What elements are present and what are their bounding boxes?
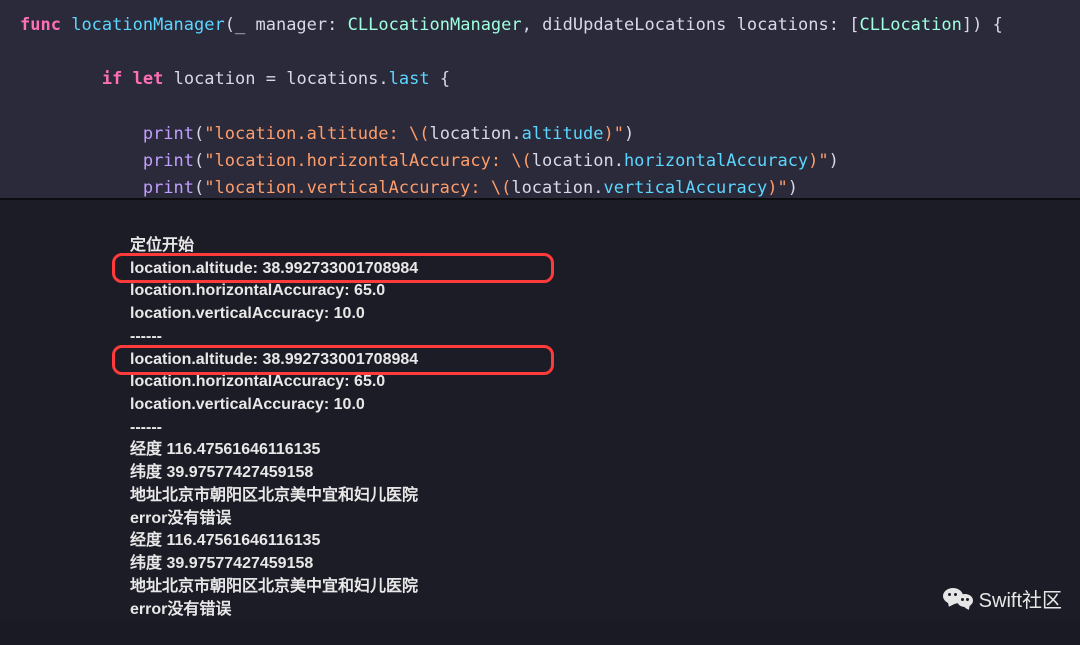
function-name: locationManager <box>71 15 225 35</box>
code-editor[interactable]: func locationManager(_ manager: CLLocati… <box>0 0 1080 200</box>
console-line: location.verticalAccuracy: 10.0 <box>130 303 1080 326</box>
code-line-5: print("location.altitude: \(location.alt… <box>20 121 1080 148</box>
annotation-highlight-1 <box>112 253 554 283</box>
watermark-text: Swift社区 <box>979 584 1062 613</box>
code-line-6: print("location.horizontalAccuracy: \(lo… <box>20 148 1080 175</box>
code-line-3: if let location = locations.last { <box>20 66 1080 93</box>
console-line: error没有错误 <box>130 599 1080 622</box>
keyword-func: func <box>20 15 61 35</box>
console-line: 地址北京市朝阳区北京美中宜和妇儿医院 <box>130 485 1080 508</box>
console-line: 经度 116.47561646116135 <box>130 439 1080 462</box>
code-line-7: print("location.verticalAccuracy: \(loca… <box>20 175 1080 202</box>
code-line-1: func locationManager(_ manager: CLLocati… <box>20 12 1080 39</box>
console-line: 纬度 39.97577427459158 <box>130 462 1080 485</box>
keyword-let: let <box>133 69 164 89</box>
console-line: 纬度 39.97577427459158 <box>130 553 1080 576</box>
watermark: Swift社区 <box>943 584 1062 613</box>
console-line: 地址北京市朝阳区北京美中宜和妇儿医院 <box>130 576 1080 599</box>
keyword-if: if <box>102 69 122 89</box>
console-line: location.verticalAccuracy: 10.0 <box>130 394 1080 417</box>
debug-console[interactable]: 定位开始 location.altitude: 38.9927330017089… <box>0 200 1080 621</box>
wechat-icon <box>943 586 973 612</box>
console-line: ------ <box>130 417 1080 440</box>
print-call: print <box>143 124 194 144</box>
console-line: location.horizontalAccuracy: 65.0 <box>130 280 1080 303</box>
console-line: 经度 116.47561646116135 <box>130 530 1080 553</box>
console-line: error没有错误 <box>130 508 1080 531</box>
annotation-highlight-2 <box>112 345 554 375</box>
